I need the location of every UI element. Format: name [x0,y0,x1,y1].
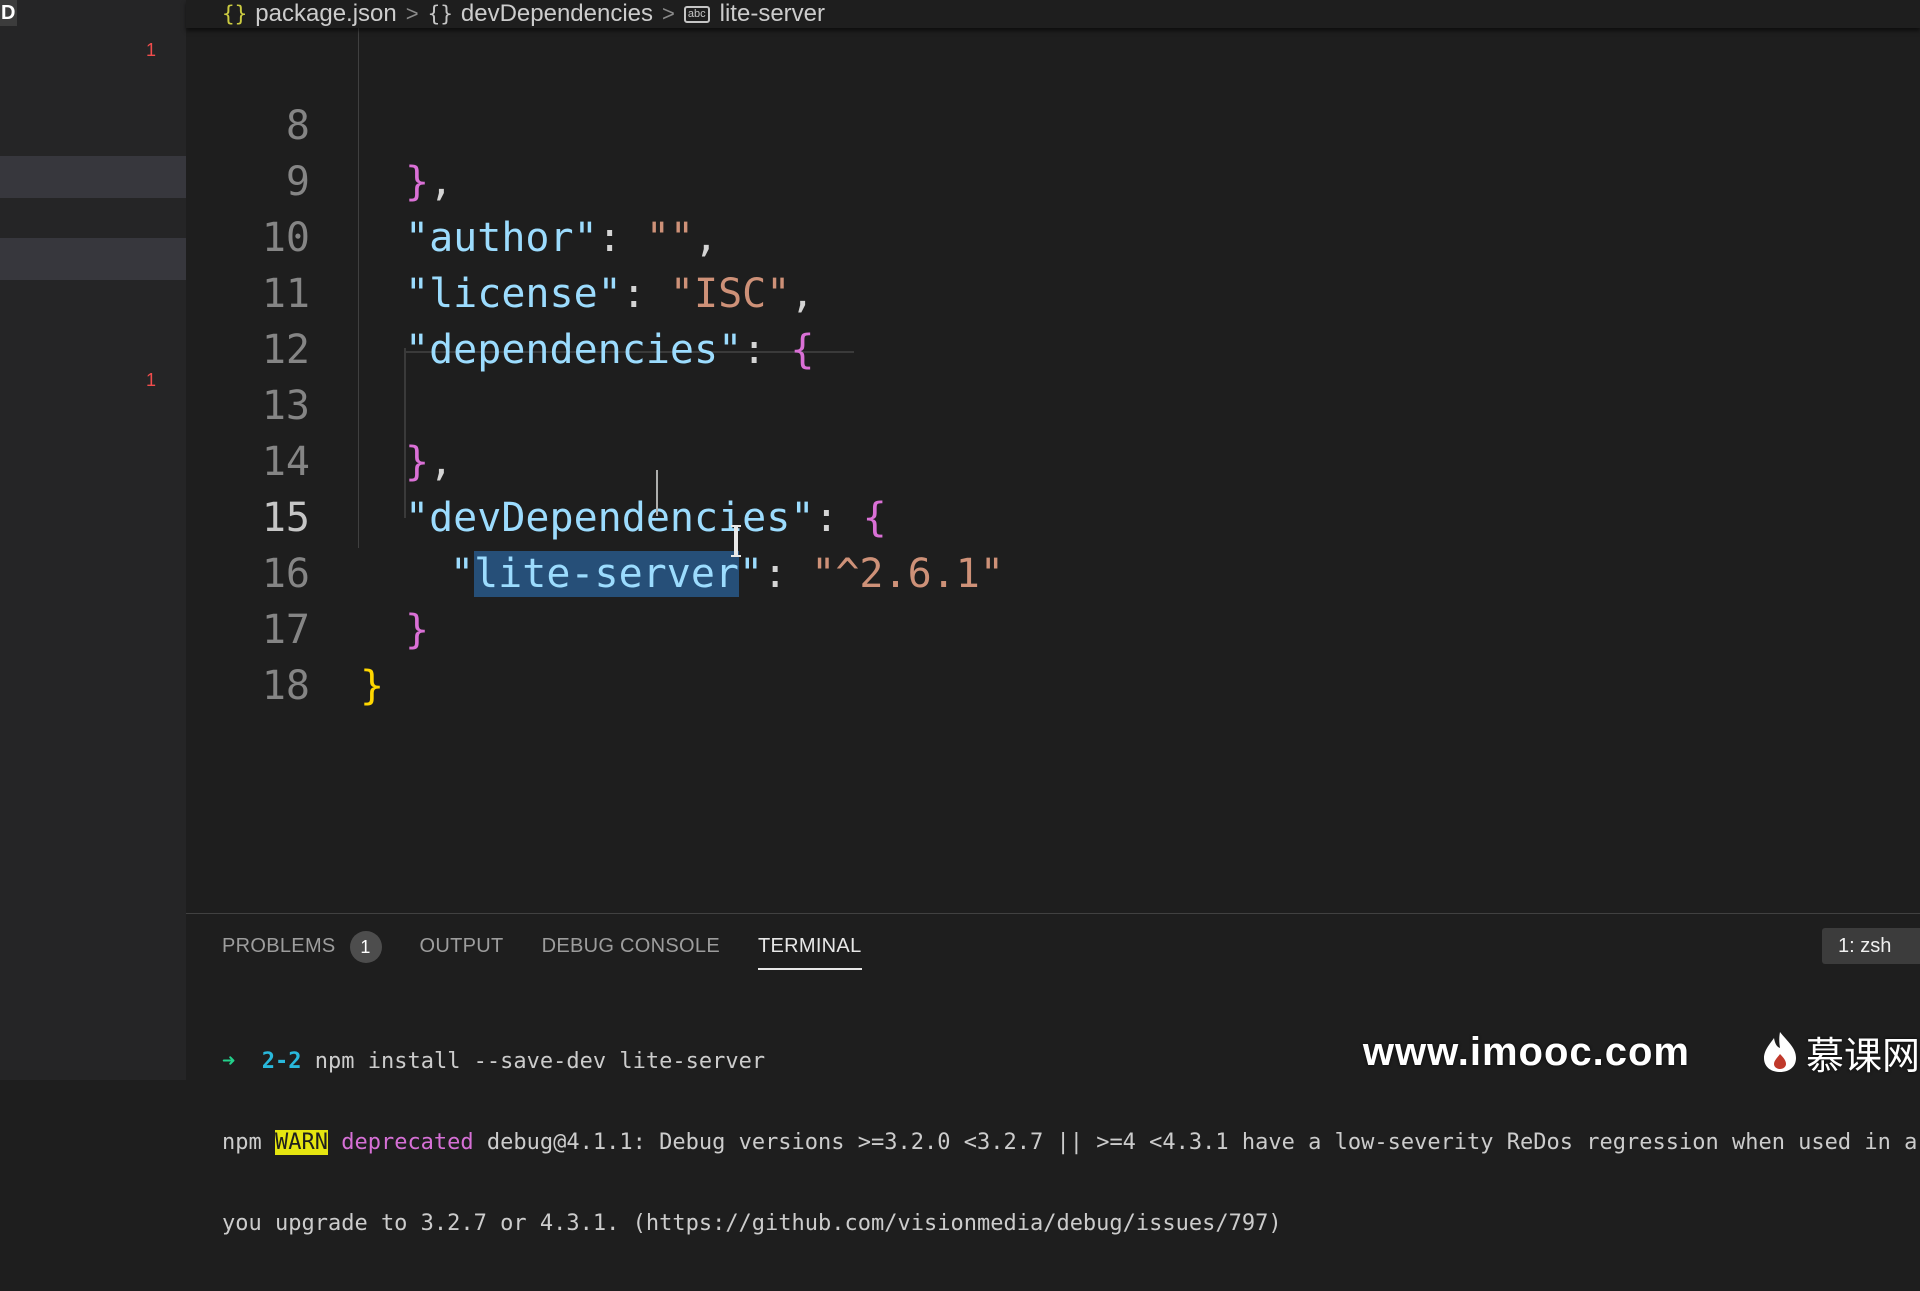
sidebar-header-letter: D [0,0,17,26]
sidebar-item-highlighted[interactable] [0,238,186,280]
error-count-badge: 1 [145,370,156,390]
json-file-icon: {} [222,2,248,26]
sidebar-item-selected[interactable] [0,156,186,198]
code-line: 12 [186,266,1920,373]
terminal-command: npm install --save-dev lite-server [301,1049,766,1074]
tab-debug-console[interactable]: DEBUG CONSOLE [542,914,720,978]
deprecated-label: deprecated [327,1130,474,1155]
breadcrumb-item-package-json[interactable]: package.json [255,0,396,28]
watermark: www.imooc.com 慕课网 [1362,1028,1920,1078]
terminal-line: you upgrade to 3.2.7 or 4.3.1. (https://… [222,1211,1282,1236]
chevron-right-icon: > [662,1,675,26]
terminal-select-dropdown[interactable]: 1: zsh [1822,928,1920,964]
code-line: 8 }, [186,42,1920,205]
code-line: 11 "dependencies": { [186,210,1920,373]
code-line: 16 } [186,490,1920,653]
text-cursor [656,470,658,516]
code-line: 13 }, [186,322,1920,485]
code-line: 9 "author": "", [186,98,1920,261]
explorer-sidebar: D 1 1 [0,0,186,1080]
prompt-directory: 2-2 [261,1049,302,1074]
code-line-active: 15 "lite-server": "^2.6.1" [186,434,1920,597]
npm-prefix: npm [222,1130,275,1155]
close-brace-root: } [360,663,385,709]
warn-message: debug@4.1.1: Debug versions >=3.2.0 <3.2… [473,1130,1920,1155]
string-property-icon: abc [683,5,710,23]
prompt-arrow-icon: ➜ [222,1049,236,1074]
breadcrumb-item-lite-server[interactable]: lite-server [720,0,825,28]
line-number: 18 [261,663,310,709]
terminal-line: npm WARN deprecated debug@4.1.1: Debug v… [222,1129,1920,1156]
problems-count-badge: 1 [349,930,382,963]
breadcrumb-item-devdependencies[interactable]: devDependencies [461,0,653,28]
tab-debug-console-label: DEBUG CONSOLE [541,935,720,957]
code-line: 10 "license": "ISC", [186,154,1920,317]
watermark-url: www.imooc.com [1362,1029,1690,1074]
code-line: 17 } [186,546,1920,709]
tab-output-label: OUTPUT [419,935,504,957]
watermark-brand: 慕课网 [1805,1033,1920,1078]
tab-problems-label: PROBLEMS [222,935,336,957]
ibeam-cursor-icon [731,525,741,557]
breadcrumb: {} package.json > {} devDependencies > a… [186,0,1920,28]
chevron-right-icon: > [405,1,419,26]
flame-logo-icon [1763,1032,1796,1072]
code-editor[interactable]: 8 }, 9 "author": "", 10 "license": "ISC"… [186,28,1920,913]
panel-tab-bar: PROBLEMS 1 OUTPUT DEBUG CONSOLE TERMINAL [222,914,900,978]
error-count-badge: 1 [145,40,156,60]
tab-problems[interactable]: PROBLEMS 1 [222,914,382,978]
tab-terminal[interactable]: TERMINAL [757,914,862,978]
object-icon: {} [427,2,453,26]
warn-badge: WARN [274,1130,328,1155]
code-line: 14 "devDependencies": { [186,378,1920,541]
code-line: 18 [186,602,1920,709]
tab-terminal-label: TERMINAL [757,935,862,957]
tab-output[interactable]: OUTPUT [420,914,504,978]
